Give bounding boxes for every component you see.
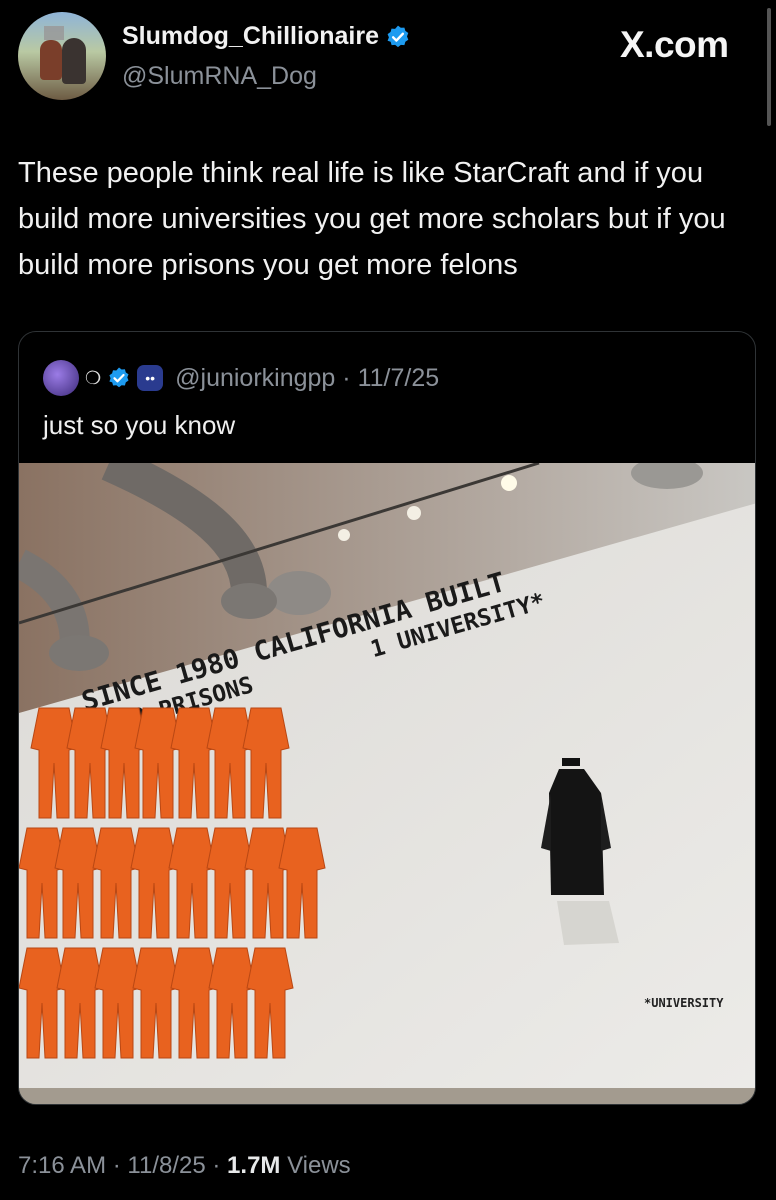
verified-badge-icon	[387, 25, 409, 47]
tweet-time[interactable]: 7:16 AM	[18, 1152, 106, 1179]
view-count: 1.7M	[227, 1152, 281, 1179]
views-label: Views	[287, 1152, 351, 1179]
tweet-text: These people think real life is like Sta…	[18, 157, 726, 281]
verified-badge-icon	[109, 367, 129, 388]
x-logo-icon: X.com	[620, 24, 729, 65]
author-name-row: Slumdog_Chillionaire	[122, 22, 411, 51]
floor	[19, 1088, 755, 1104]
avatar-figure	[40, 40, 62, 80]
spotlight	[338, 529, 350, 541]
quoted-photo[interactable]: SINCE 1980 CALIFORNIA BUILT 22 PRISONS 1…	[19, 463, 756, 1105]
pendant-lamp	[49, 635, 109, 671]
quoted-header: ❍ •• @juniorkingpp · 11/7/25	[43, 360, 439, 396]
author-avatar[interactable]	[18, 12, 106, 100]
scrollbar[interactable]	[767, 8, 771, 126]
author-handle[interactable]: @SlumRNA_Dog	[122, 62, 317, 91]
quoted-handle[interactable]: @juniorkingpp · 11/7/25	[175, 364, 439, 393]
quoted-tweet-card[interactable]: ❍ •• @juniorkingpp · 11/7/25 just so you…	[18, 331, 756, 1105]
spotlight	[501, 475, 517, 491]
eye-badge-icon: ••	[137, 365, 164, 391]
avatar-figure	[62, 38, 86, 84]
author-display-name[interactable]: Slumdog_Chillionaire	[122, 22, 379, 51]
separator: ·	[212, 1152, 221, 1179]
university-footnote: *UNIVERSITY	[644, 996, 724, 1010]
tweet-date[interactable]: 11/8/25	[127, 1152, 205, 1179]
sparkle-icon: ❍	[85, 367, 102, 388]
pendant-lamp	[267, 571, 331, 615]
avatar-blur	[44, 26, 64, 40]
quoted-text: just so you know	[43, 410, 236, 440]
tweet-meta: 7:16 AM · 11/8/25 · 1.7M Views	[18, 1152, 351, 1180]
quoted-avatar[interactable]	[43, 360, 79, 396]
separator: ·	[112, 1152, 121, 1179]
spotlight	[407, 506, 421, 520]
pendant-lamp	[221, 583, 277, 619]
